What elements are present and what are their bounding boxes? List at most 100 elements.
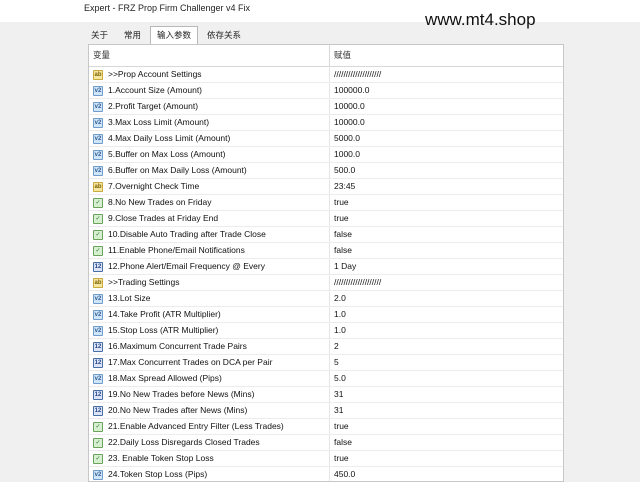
value-cell[interactable]: true	[330, 195, 563, 210]
value-cell[interactable]: true	[330, 451, 563, 466]
variable-cell: v2 4.Max Daily Loss Limit (Amount)	[89, 131, 330, 146]
tab-common[interactable]: 常用	[117, 26, 148, 44]
column-header-variable[interactable]: 变量	[89, 45, 330, 66]
value-cell[interactable]: 1.0	[330, 323, 563, 338]
int-icon: 12	[93, 389, 103, 400]
int-icon: 12	[93, 357, 103, 368]
value-cell[interactable]: 1000.0	[330, 147, 563, 162]
variable-name: 1.Account Size (Amount)	[108, 85, 203, 95]
table-row[interactable]: v2 6.Buffer on Max Daily Loss (Amount) 500…	[89, 163, 563, 179]
value-cell[interactable]: 1 Day	[330, 259, 563, 274]
double-icon: v2	[93, 117, 103, 128]
variable-cell: ✓ 22.Daily Loss Disregards Closed Trades	[89, 435, 330, 450]
value-cell[interactable]: true	[330, 419, 563, 434]
table-row[interactable]: v2 5.Buffer on Max Loss (Amount) 1000.0	[89, 147, 563, 163]
variable-name: 2.Profit Target (Amount)	[108, 101, 199, 111]
value-cell[interactable]: 1.0	[330, 307, 563, 322]
table-row[interactable]: ab >>Prop Account Settings ///////////////…	[89, 67, 563, 83]
value-cell[interactable]: 10000.0	[330, 99, 563, 114]
table-row[interactable]: ab >>Trading Settings ////////////////////	[89, 275, 563, 291]
variable-name: 22.Daily Loss Disregards Closed Trades	[108, 437, 260, 447]
variable-name: 21.Enable Advanced Entry Filter (Less Tr…	[108, 421, 284, 431]
value-cell[interactable]: 2.0	[330, 291, 563, 306]
bool-icon: ✓	[93, 437, 103, 448]
value-cell[interactable]: 10000.0	[330, 115, 563, 130]
variable-cell: 12 17.Max Concurrent Trades on DCA per Pa…	[89, 355, 330, 370]
variable-name: 7.Overnight Check Time	[108, 181, 200, 191]
tab-inputs[interactable]: 输入参数	[150, 26, 199, 44]
table-row[interactable]: ✓ 21.Enable Advanced Entry Filter (Less T…	[89, 419, 563, 435]
variable-cell: v2 5.Buffer on Max Loss (Amount)	[89, 147, 330, 162]
value-cell[interactable]: ////////////////////	[330, 275, 563, 290]
table-row[interactable]: v2 18.Max Spread Allowed (Pips) 5.0	[89, 371, 563, 387]
table-row[interactable]: 12 17.Max Concurrent Trades on DCA per Pa…	[89, 355, 563, 371]
value-cell[interactable]: ////////////////////	[330, 67, 563, 82]
variable-cell: ✓ 8.No New Trades on Friday	[89, 195, 330, 210]
bool-icon: ✓	[93, 213, 103, 224]
table-row[interactable]: ✓ 11.Enable Phone/Email Notifications fals…	[89, 243, 563, 259]
double-icon: v2	[93, 309, 103, 320]
table-row[interactable]: v2 1.Account Size (Amount) 100000.0	[89, 83, 563, 99]
double-icon: v2	[93, 101, 103, 112]
table-row[interactable]: ✓ 9.Close Trades at Friday End true	[89, 211, 563, 227]
value-cell[interactable]: 5	[330, 355, 563, 370]
variable-cell: v2 14.Take Profit (ATR Multiplier)	[89, 307, 330, 322]
value-cell[interactable]: 23:45	[330, 179, 563, 194]
window-titlebar: Expert - FRZ Prop Firm Challenger v4 Fix	[0, 0, 640, 22]
variable-cell: ab 7.Overnight Check Time	[89, 179, 330, 194]
tab-about[interactable]: 关于	[84, 26, 115, 44]
tab-bar: 关于 常用 输入参数 依存关系	[84, 26, 250, 44]
int-icon: 12	[93, 405, 103, 416]
table-row[interactable]: v2 13.Lot Size 2.0	[89, 291, 563, 307]
table-row[interactable]: ✓ 10.Disable Auto Trading after Trade Clo…	[89, 227, 563, 243]
value-cell[interactable]: 31	[330, 387, 563, 402]
value-cell[interactable]: 5.0	[330, 371, 563, 386]
variable-cell: ✓ 23. Enable Token Stop Loss	[89, 451, 330, 466]
variable-name: 15.Stop Loss (ATR Multiplier)	[108, 325, 219, 335]
table-row[interactable]: v2 4.Max Daily Loss Limit (Amount) 5000.0	[89, 131, 563, 147]
variable-cell: ✓ 11.Enable Phone/Email Notifications	[89, 243, 330, 258]
value-cell[interactable]: false	[330, 227, 563, 242]
table-row[interactable]: 12 12.Phone Alert/Email Frequency @ Every…	[89, 259, 563, 275]
variable-cell: ab >>Prop Account Settings	[89, 67, 330, 82]
variable-name: 23. Enable Token Stop Loss	[108, 453, 214, 463]
table-row[interactable]: v2 3.Max Loss Limit (Amount) 10000.0	[89, 115, 563, 131]
variable-cell: v2 18.Max Spread Allowed (Pips)	[89, 371, 330, 386]
variable-name: 19.No New Trades before News (Mins)	[108, 389, 255, 399]
variable-name: 4.Max Daily Loss Limit (Amount)	[108, 133, 231, 143]
variable-cell: ✓ 21.Enable Advanced Entry Filter (Less T…	[89, 419, 330, 434]
value-cell[interactable]: 100000.0	[330, 83, 563, 98]
table-row[interactable]: ✓ 23. Enable Token Stop Loss true	[89, 451, 563, 467]
variable-cell: ab >>Trading Settings	[89, 275, 330, 290]
value-cell[interactable]: false	[330, 243, 563, 258]
variable-name: 11.Enable Phone/Email Notifications	[108, 245, 245, 255]
table-row[interactable]: 12 19.No New Trades before News (Mins) 31	[89, 387, 563, 403]
value-cell[interactable]: 2	[330, 339, 563, 354]
table-row[interactable]: ✓ 22.Daily Loss Disregards Closed Trades f…	[89, 435, 563, 451]
table-body: ab >>Prop Account Settings ///////////////…	[89, 67, 563, 481]
variable-name: 18.Max Spread Allowed (Pips)	[108, 373, 222, 383]
value-cell[interactable]: 31	[330, 403, 563, 418]
table-row[interactable]: v2 15.Stop Loss (ATR Multiplier) 1.0	[89, 323, 563, 339]
value-cell[interactable]: 500.0	[330, 163, 563, 178]
table-row[interactable]: ✓ 8.No New Trades on Friday true	[89, 195, 563, 211]
column-header-value[interactable]: 赋值	[330, 45, 563, 66]
table-row[interactable]: v2 14.Take Profit (ATR Multiplier) 1.0	[89, 307, 563, 323]
table-row[interactable]: v2 2.Profit Target (Amount) 10000.0	[89, 99, 563, 115]
tab-dependencies[interactable]: 依存关系	[200, 26, 248, 44]
bool-icon: ✓	[93, 245, 103, 256]
variable-name: 17.Max Concurrent Trades on DCA per Pair	[108, 357, 273, 367]
table-row[interactable]: 12 16.Maximum Concurrent Trade Pairs 2	[89, 339, 563, 355]
variable-cell: 12 20.No New Trades after News (Mins)	[89, 403, 330, 418]
variable-name: 20.No New Trades after News (Mins)	[108, 405, 248, 415]
value-cell[interactable]: false	[330, 435, 563, 450]
variable-name: 9.Close Trades at Friday End	[108, 213, 219, 223]
table-row[interactable]: 12 20.No New Trades after News (Mins) 31	[89, 403, 563, 419]
double-icon: v2	[93, 133, 103, 144]
table-row[interactable]: ab 7.Overnight Check Time 23:45	[89, 179, 563, 195]
value-cell[interactable]: 5000.0	[330, 131, 563, 146]
value-cell[interactable]: true	[330, 211, 563, 226]
inputs-table: 变量 赋值 ab >>Prop Account Settings /////////…	[88, 44, 564, 482]
double-icon: v2	[93, 469, 103, 480]
double-icon: v2	[93, 85, 103, 96]
